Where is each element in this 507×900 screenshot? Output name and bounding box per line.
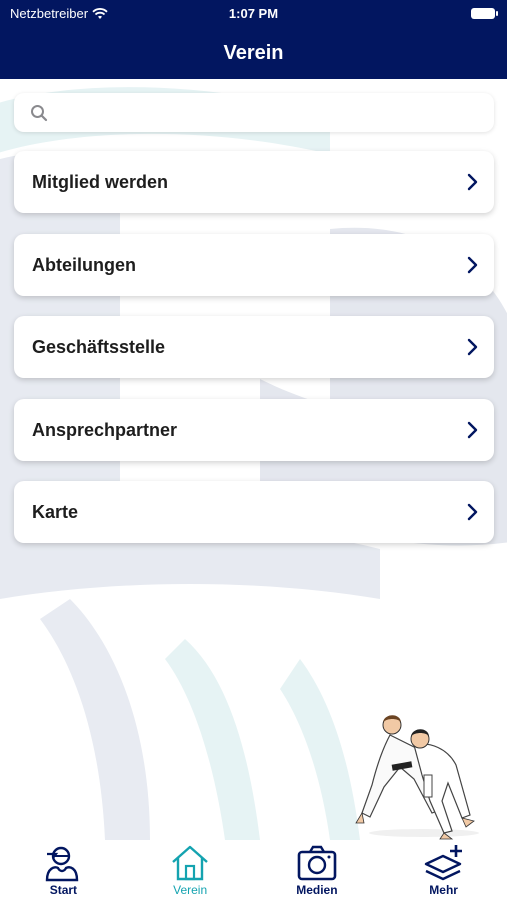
menu-item-label: Ansprechpartner [32,419,178,440]
tab-label: Verein [173,883,208,897]
menu-item-karte[interactable]: Karte [14,481,494,543]
menu-item-label: Geschäftsstelle [32,336,166,357]
battery-icon [471,8,498,19]
status-bar: Netzbetreiber 1:07 PM [0,0,507,28]
tab-label: Start [49,883,78,897]
tab-start[interactable]: Start [0,840,127,900]
menu-item-label: Mitglied werden [32,171,169,192]
tab-verein[interactable]: Verein [127,840,254,900]
chevron-right-icon [466,338,478,356]
menu-item-ansprechpartner[interactable]: Ansprechpartner [14,399,494,461]
start-icon [46,846,79,882]
menu-item-label: Karte [32,501,79,522]
search-input[interactable] [58,103,478,122]
page-title: Verein [223,42,284,64]
main-content: Mitglied werden Abteilungen Geschäftsste… [0,79,507,840]
camera-icon [297,845,337,881]
tab-mehr[interactable]: Mehr [380,840,507,900]
layers-plus-icon [424,845,462,881]
tab-bar: Start Verein Medien Mehr [0,840,507,900]
chevron-right-icon [466,421,478,439]
tab-label: Mehr [429,883,458,897]
tab-label: Medien [296,883,338,897]
chevron-right-icon [466,173,478,191]
chevron-right-icon [466,503,478,521]
menu-item-abteilungen[interactable]: Abteilungen [14,234,494,296]
chevron-right-icon [466,256,478,274]
tab-medien[interactable]: Medien [254,840,381,900]
search-bar[interactable] [14,93,494,132]
home-icon [172,845,208,881]
judo-fighters-illustration [355,715,479,840]
menu-item-geschaeftsstelle[interactable]: Geschäftsstelle [14,316,494,378]
nav-bar: Verein [0,28,507,79]
search-icon [31,104,48,121]
menu-item-label: Abteilungen [32,254,136,275]
status-time: 1:07 PM [228,6,279,21]
menu-item-mitglied-werden[interactable]: Mitglied werden [14,151,494,213]
